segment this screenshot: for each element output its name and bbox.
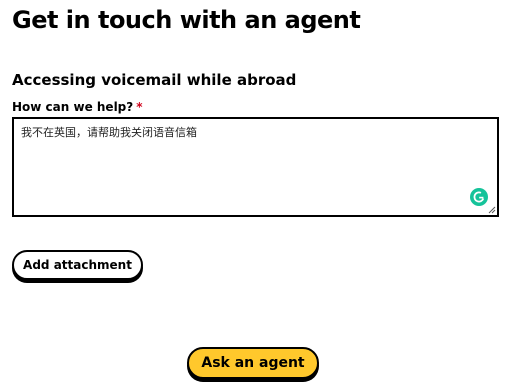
page-title: Get in touch with an agent xyxy=(12,6,361,34)
help-field-label: How can we help? * xyxy=(12,99,143,115)
topic-title: Accessing voicemail while abroad xyxy=(12,71,297,89)
resize-handle-icon[interactable] xyxy=(488,206,496,214)
grammarly-g-glyph xyxy=(473,191,485,203)
help-label-text: How can we help? xyxy=(12,100,134,114)
ask-an-agent-button[interactable]: Ask an agent xyxy=(187,347,319,379)
add-attachment-button[interactable]: Add attachment xyxy=(12,250,143,280)
grammarly-icon[interactable] xyxy=(470,188,488,206)
help-message-value[interactable]: 我不在英国，请帮助我关闭语音信箱 xyxy=(21,125,197,141)
help-message-textarea[interactable]: 我不在英国，请帮助我关闭语音信箱 xyxy=(12,117,499,217)
required-marker: * xyxy=(136,100,143,114)
